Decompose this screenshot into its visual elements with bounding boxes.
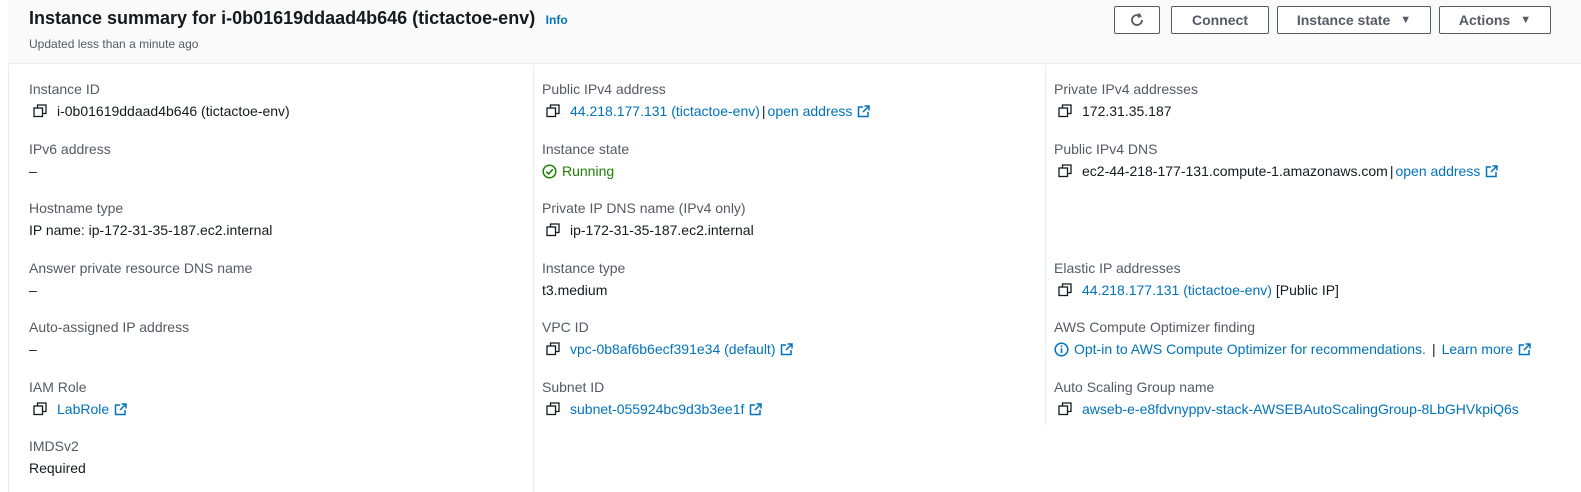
open-address-link[interactable]: open address bbox=[1395, 162, 1480, 180]
field-label: AWS Compute Optimizer finding bbox=[1054, 319, 1255, 335]
elastic-ip-field: Elastic IP addresses 44.218.177.131 (tic… bbox=[1054, 259, 1339, 299]
private-dns-field: Private IP DNS name (IPv4 only) ip-172-3… bbox=[542, 199, 754, 239]
copy-icon[interactable] bbox=[1058, 104, 1072, 118]
private-dns-value: ip-172-31-35-187.ec2.internal bbox=[570, 222, 754, 238]
auto-ip-value: – bbox=[29, 341, 37, 357]
copy-icon[interactable] bbox=[546, 223, 560, 237]
ipv6-value: – bbox=[29, 163, 37, 179]
public-ipv4-field: Public IPv4 address 44.218.177.131 (tict… bbox=[542, 80, 871, 120]
panel-left-border bbox=[8, 65, 9, 492]
public-dns-value: ec2-44-218-177-131.compute-1.amazonaws.c… bbox=[1082, 163, 1388, 179]
instance-id-field: Instance ID i-0b01619ddaad4b646 (tictact… bbox=[29, 80, 290, 120]
field-label: Instance ID bbox=[29, 81, 100, 97]
copy-icon[interactable] bbox=[546, 104, 560, 118]
field-label: Instance state bbox=[542, 141, 630, 157]
field-label: Answer private resource DNS name bbox=[29, 260, 253, 276]
external-link-icon[interactable] bbox=[780, 342, 794, 356]
imdsv2-field: IMDSv2 Required bbox=[29, 437, 86, 477]
public-dns-field: Public IPv4 DNS ec2-44-218-177-131.compu… bbox=[1054, 140, 1499, 180]
copy-icon[interactable] bbox=[1058, 402, 1072, 416]
open-address-link[interactable]: open address bbox=[768, 102, 853, 120]
private-ipv4-field: Private IPv4 addresses 172.31.35.187 bbox=[1054, 80, 1198, 120]
asg-field: Auto Scaling Group name awseb-e-e8fdvnyp… bbox=[1054, 378, 1519, 418]
private-ipv4-value: 172.31.35.187 bbox=[1082, 103, 1172, 119]
external-link-icon[interactable] bbox=[1518, 342, 1531, 356]
instance-type-field: Instance type t3.medium bbox=[542, 259, 625, 299]
optimizer-field: AWS Compute Optimizer finding Opt-in to … bbox=[1054, 318, 1531, 358]
vpc-link[interactable]: vpc-0b8af6b6ecf391e34 (default) bbox=[570, 340, 775, 358]
elastic-ip-link[interactable]: 44.218.177.131 (tictactoe-env) bbox=[1082, 281, 1272, 299]
iam-role-field: IAM Role LabRole bbox=[29, 378, 127, 418]
page-title: Instance summary for i-0b01619ddaad4b646… bbox=[29, 8, 536, 28]
answer-dns-value: – bbox=[29, 282, 37, 298]
field-label: Hostname type bbox=[29, 200, 124, 216]
external-link-icon[interactable] bbox=[1485, 164, 1499, 178]
external-link-icon[interactable] bbox=[114, 402, 127, 416]
last-updated-text: Updated less than a minute ago bbox=[29, 37, 199, 51]
field-label: IAM Role bbox=[29, 379, 87, 395]
copy-icon[interactable] bbox=[546, 402, 560, 416]
title-row: Instance summary for i-0b01619ddaad4b646… bbox=[29, 8, 568, 29]
copy-icon[interactable] bbox=[1058, 164, 1072, 178]
vpc-field: VPC ID vpc-0b8af6b6ecf391e34 (default) bbox=[542, 318, 794, 358]
separator: | bbox=[1431, 341, 1436, 357]
field-label: Instance type bbox=[542, 260, 626, 276]
hostname-type-value: IP name: ip-172-31-35-187.ec2.internal bbox=[29, 222, 273, 238]
separator: | bbox=[1389, 163, 1394, 179]
field-label: Public IPv4 DNS bbox=[1054, 141, 1158, 157]
connect-label: Connect bbox=[1192, 12, 1248, 28]
optimizer-optin-link[interactable]: Opt-in to AWS Compute Optimizer for reco… bbox=[1074, 340, 1426, 358]
iam-role-link[interactable]: LabRole bbox=[57, 400, 109, 418]
field-label: Auto-assigned IP address bbox=[29, 319, 190, 335]
field-label: Public IPv4 address bbox=[542, 81, 666, 97]
field-label: Subnet ID bbox=[542, 379, 605, 395]
ipv6-field: IPv6 address – bbox=[29, 140, 111, 180]
instance-id-value: i-0b01619ddaad4b646 (tictactoe-env) bbox=[57, 103, 290, 119]
check-circle-icon bbox=[542, 163, 557, 179]
info-circle-icon bbox=[1054, 341, 1069, 357]
field-label: VPC ID bbox=[542, 319, 589, 335]
imdsv2-value: Required bbox=[29, 460, 86, 476]
answer-dns-field: Answer private resource DNS name – bbox=[29, 259, 252, 299]
subnet-link[interactable]: subnet-055924bc9d3b3ee1f bbox=[570, 400, 744, 418]
auto-ip-field: Auto-assigned IP address – bbox=[29, 318, 189, 358]
subnet-field: Subnet ID subnet-055924bc9d3b3ee1f bbox=[542, 378, 763, 418]
separator: | bbox=[761, 103, 766, 119]
external-link-icon[interactable] bbox=[857, 104, 871, 118]
public-ipv4-link[interactable]: 44.218.177.131 (tictactoe-env) bbox=[570, 102, 760, 120]
actions-button[interactable]: Actions ▼ bbox=[1439, 6, 1551, 34]
field-label: Private IPv4 addresses bbox=[1054, 81, 1198, 97]
instance-state-value: Running bbox=[562, 163, 615, 179]
elastic-ip-suffix: [Public IP] bbox=[1275, 282, 1339, 298]
copy-icon[interactable] bbox=[33, 104, 47, 118]
info-link[interactable]: Info bbox=[546, 13, 568, 27]
instance-state-button[interactable]: Instance state ▼ bbox=[1277, 6, 1431, 34]
field-label: IPv6 address bbox=[29, 141, 111, 157]
external-link-icon[interactable] bbox=[749, 402, 763, 416]
summary-header: Instance summary for i-0b01619ddaad4b646… bbox=[8, 0, 1581, 64]
hostname-type-field: Hostname type IP name: ip-172-31-35-187.… bbox=[29, 199, 272, 239]
column-divider bbox=[1045, 65, 1046, 425]
actions-label: Actions bbox=[1458, 12, 1511, 28]
field-label: IMDSv2 bbox=[29, 438, 79, 454]
column-divider bbox=[533, 65, 534, 492]
refresh-icon bbox=[1131, 12, 1143, 26]
instance-state-field: Instance state Running bbox=[542, 140, 629, 180]
copy-icon[interactable] bbox=[1058, 283, 1072, 297]
instance-state-label: Instance state bbox=[1296, 12, 1391, 28]
refresh-button[interactable] bbox=[1114, 6, 1160, 34]
connect-button[interactable]: Connect bbox=[1171, 6, 1269, 34]
caret-down-icon: ▼ bbox=[1520, 14, 1532, 26]
asg-link[interactable]: awseb-e-e8fdvnyppv-stack-AWSEBAutoScalin… bbox=[1082, 400, 1519, 418]
instance-type-value: t3.medium bbox=[542, 282, 608, 298]
field-label: Elastic IP addresses bbox=[1054, 260, 1181, 276]
caret-down-icon: ▼ bbox=[1400, 14, 1412, 26]
copy-icon[interactable] bbox=[546, 342, 560, 356]
copy-icon[interactable] bbox=[33, 402, 47, 416]
field-label: Auto Scaling Group name bbox=[1054, 379, 1215, 395]
learn-more-link[interactable]: Learn more bbox=[1442, 340, 1514, 358]
field-label: Private IP DNS name (IPv4 only) bbox=[542, 200, 746, 216]
